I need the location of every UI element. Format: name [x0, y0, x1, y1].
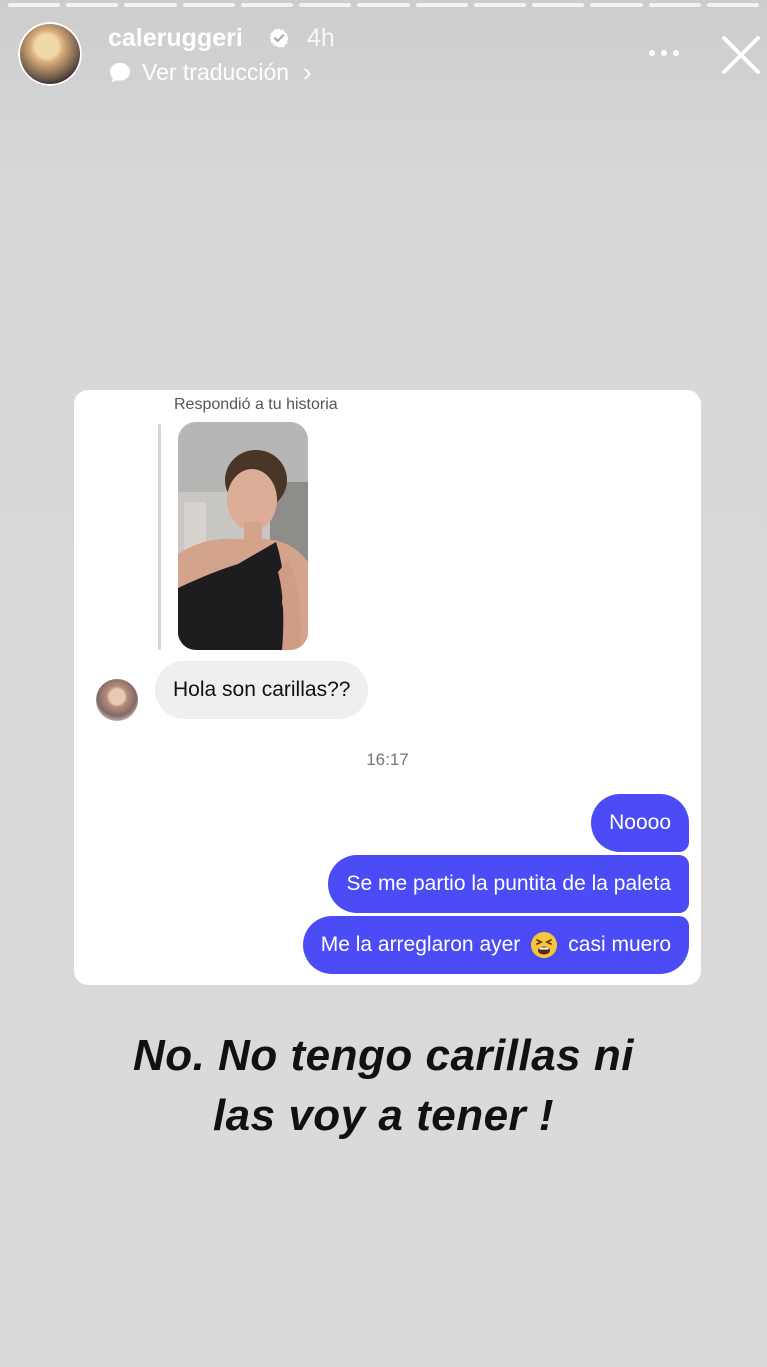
reply-quote-line	[158, 424, 161, 650]
translate-icon	[110, 62, 130, 82]
outgoing-message: Noooo	[591, 794, 689, 852]
story-caption: No. No tengo carillas ni las voy a tener…	[0, 1026, 767, 1146]
more-icon[interactable]	[644, 38, 684, 68]
outgoing-message: Me la arreglaron ayer casi muero	[302, 916, 689, 974]
progress-segment	[706, 3, 760, 7]
progress-segment	[8, 3, 61, 7]
translate-link[interactable]: Ver traducción ›	[108, 57, 312, 88]
progress-segment	[299, 3, 352, 7]
progress-segment	[240, 3, 294, 7]
outgoing-message: Se me partio la puntita de la paleta	[328, 855, 689, 913]
progress-segment	[357, 3, 410, 7]
story-time: 4h	[307, 24, 335, 52]
username[interactable]: caleruggeri	[108, 24, 243, 53]
sender-avatar[interactable]	[96, 679, 138, 721]
progress-segment	[66, 3, 119, 7]
progress-segment	[590, 3, 643, 7]
message-timestamp: 16:17	[366, 750, 409, 769]
progress-segment	[473, 3, 527, 7]
close-icon[interactable]	[720, 34, 762, 76]
weary-face-icon	[531, 932, 558, 958]
story-thumbnail[interactable]	[178, 422, 308, 650]
chat-screenshot-card: Respondió a tu historia Hola son carilla…	[74, 390, 701, 985]
progress-segment	[648, 3, 701, 7]
chevron-right-icon: ›	[303, 57, 312, 87]
caption-line: las voy a tener !	[212, 1091, 555, 1140]
translate-label: Ver traducción	[142, 59, 290, 85]
outgoing-message-text: Me la arreglaron ayer	[320, 933, 521, 956]
verified-badge-icon	[269, 28, 289, 48]
incoming-message: Hola son carillas??	[155, 661, 369, 719]
story-progress-bar	[8, 3, 760, 7]
reply-label: Respondió a tu historia	[174, 396, 338, 413]
progress-segment	[182, 3, 235, 7]
progress-segment	[415, 3, 468, 7]
progress-segment	[532, 3, 585, 7]
outgoing-message-text: casi muero	[568, 933, 671, 956]
profile-avatar[interactable]	[18, 22, 82, 86]
caption-line: No. No tengo carillas ni	[133, 1031, 634, 1080]
progress-segment	[124, 3, 177, 7]
